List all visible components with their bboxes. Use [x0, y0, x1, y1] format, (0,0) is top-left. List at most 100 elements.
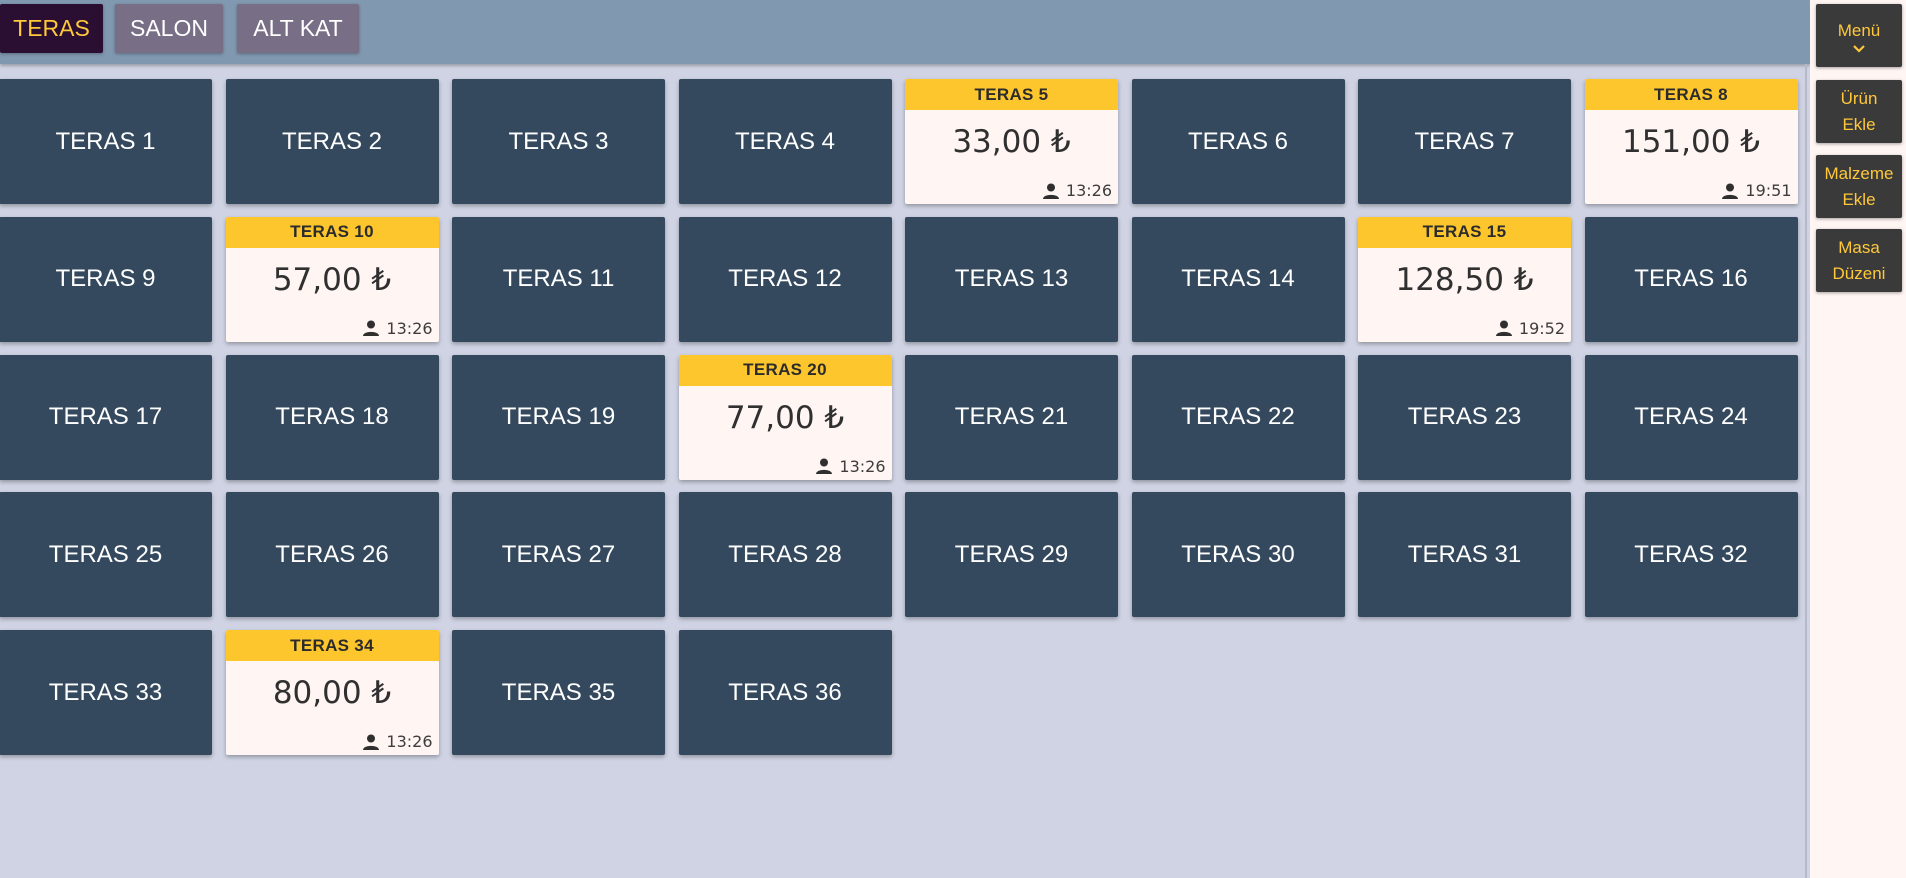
table-name: TERAS 6 — [1187, 127, 1289, 155]
table-teras-31[interactable]: TERAS 31 — [1358, 492, 1571, 618]
table-teras-5-occupied[interactable]: TERAS 5 33,00 ₺ 13:26 — [905, 79, 1118, 204]
table-teras-15-occupied[interactable]: TERAS 15 128,50 ₺ 19:52 — [1358, 216, 1571, 342]
table-name: TERAS 18 — [275, 403, 389, 430]
table-layout-label-2: Düzeni — [1832, 263, 1886, 283]
table-name: TERAS 32 — [1634, 540, 1748, 568]
table-name: TERAS 16 — [1634, 265, 1748, 293]
table-teras-34-occupied[interactable]: TERAS 34 80,00 ₺ 13:26 — [225, 630, 439, 755]
table-teras-6[interactable]: TERAS 6 — [1131, 79, 1345, 204]
tab-teras[interactable]: TERAS — [0, 4, 103, 53]
table-teras-25[interactable]: TERAS 25 — [0, 492, 212, 618]
table-name: TERAS 24 — [1634, 403, 1748, 430]
table-name: TERAS 27 — [501, 540, 616, 568]
table-teras-14[interactable]: TERAS 14 — [1131, 216, 1345, 342]
tab-salon[interactable]: SALON — [115, 4, 223, 53]
table-teras-17[interactable]: TERAS 17 — [0, 354, 212, 480]
table-opened-time: 13:26 — [815, 457, 886, 476]
table-layout-button[interactable]: Masa Düzeni — [1816, 229, 1902, 292]
chevron-down-icon — [1852, 44, 1866, 54]
menu-label: Menü — [1837, 20, 1881, 40]
table-name: TERAS 25 — [48, 540, 163, 568]
person-icon — [362, 734, 380, 750]
table-teras-22[interactable]: TERAS 22 — [1131, 354, 1345, 480]
table-teras-2[interactable]: TERAS 2 — [225, 79, 439, 204]
table-name: TERAS 21 — [954, 403, 1069, 430]
table-name: TERAS 12 — [728, 265, 842, 293]
table-name: TERAS 13 — [954, 265, 1069, 293]
table-name: TERAS 33 — [48, 678, 163, 706]
table-amount: 77,00 ₺ — [725, 399, 845, 436]
add-material-button[interactable]: Malzeme Ekle — [1816, 155, 1902, 218]
table-name: TERAS 9 — [55, 265, 156, 293]
table-name: TERAS 11 — [502, 265, 615, 293]
table-name: TERAS 8 — [1584, 79, 1798, 110]
table-teras-13[interactable]: TERAS 13 — [905, 216, 1118, 342]
table-name: TERAS 10 — [225, 216, 439, 248]
person-icon — [1495, 320, 1513, 337]
table-layout-label-1: Masa — [1838, 237, 1880, 257]
time-label: 19:52 — [1518, 318, 1565, 338]
table-name: TERAS 26 — [275, 540, 389, 568]
time-label: 13:26 — [1065, 181, 1112, 200]
table-teras-10-occupied[interactable]: TERAS 10 57,00 ₺ 13:26 — [225, 216, 439, 342]
add-material-label-2: Ekle — [1842, 189, 1876, 209]
table-name: TERAS 19 — [501, 403, 616, 430]
table-teras-8-occupied[interactable]: TERAS 8 151,00 ₺ 19:51 — [1584, 79, 1798, 204]
tab-alt-kat[interactable]: ALT KAT — [237, 4, 359, 53]
table-opened-time: 19:51 — [1721, 181, 1792, 200]
table-opened-time: 13:26 — [1042, 181, 1112, 200]
table-name: TERAS 23 — [1407, 403, 1522, 430]
table-name: TERAS 17 — [48, 403, 163, 430]
table-name: TERAS 15 — [1358, 216, 1571, 248]
table-teras-26[interactable]: TERAS 26 — [225, 492, 439, 618]
menu-button[interactable]: Menü — [1816, 4, 1902, 67]
table-teras-18[interactable]: TERAS 18 — [225, 354, 439, 480]
table-teras-33[interactable]: TERAS 33 — [0, 630, 212, 755]
table-teras-20-occupied[interactable]: TERAS 20 77,00 ₺ 13:26 — [678, 354, 892, 480]
table-teras-28[interactable]: TERAS 28 — [678, 492, 892, 618]
table-name: TERAS 35 — [501, 678, 616, 706]
table-amount: 33,00 ₺ — [952, 124, 1071, 160]
table-teras-23[interactable]: TERAS 23 — [1358, 354, 1571, 480]
table-teras-29[interactable]: TERAS 29 — [905, 492, 1118, 618]
table-teras-21[interactable]: TERAS 21 — [905, 354, 1118, 480]
table-teras-27[interactable]: TERAS 27 — [452, 492, 665, 618]
table-name: TERAS 14 — [1181, 265, 1295, 293]
table-teras-36[interactable]: TERAS 36 — [678, 630, 892, 755]
table-teras-4[interactable]: TERAS 4 — [678, 79, 892, 204]
person-icon — [815, 458, 833, 474]
table-amount: 128,50 ₺ — [1395, 261, 1534, 298]
table-name: TERAS 4 — [734, 127, 836, 155]
table-name: TERAS 7 — [1414, 127, 1515, 155]
table-teras-30[interactable]: TERAS 30 — [1131, 492, 1345, 618]
table-teras-3[interactable]: TERAS 3 — [452, 79, 665, 204]
area-tabs-bar: TERAS SALON ALT KAT — [0, 0, 1810, 64]
table-teras-32[interactable]: TERAS 32 — [1584, 492, 1798, 618]
sidebar: Menü Ürün Ekle Malzeme Ekle Masa Düzeni — [1810, 0, 1906, 878]
table-amount: 80,00 ₺ — [272, 675, 392, 711]
table-teras-35[interactable]: TERAS 35 — [452, 630, 665, 755]
person-icon — [1042, 183, 1060, 199]
table-teras-7[interactable]: TERAS 7 — [1358, 79, 1571, 204]
table-name: TERAS 2 — [281, 127, 383, 155]
sidebar-divider — [1805, 64, 1807, 878]
table-name: TERAS 22 — [1181, 403, 1295, 430]
table-name: TERAS 34 — [225, 630, 439, 661]
table-name: TERAS 5 — [905, 79, 1118, 110]
table-name: TERAS 28 — [728, 540, 842, 568]
table-teras-19[interactable]: TERAS 19 — [452, 354, 665, 480]
table-teras-24[interactable]: TERAS 24 — [1584, 354, 1798, 480]
table-name: TERAS 20 — [678, 354, 892, 386]
table-amount: 151,00 ₺ — [1621, 124, 1761, 160]
table-teras-1[interactable]: TERAS 1 — [0, 79, 212, 204]
table-amount: 57,00 ₺ — [272, 261, 392, 298]
table-opened-time: 19:52 — [1495, 319, 1565, 338]
table-teras-16[interactable]: TERAS 16 — [1584, 216, 1798, 342]
time-label: 13:26 — [386, 732, 433, 751]
table-teras-12[interactable]: TERAS 12 — [678, 216, 892, 342]
table-teras-9[interactable]: TERAS 9 — [0, 216, 212, 342]
table-teras-11[interactable]: TERAS 11 — [452, 216, 665, 342]
person-icon — [362, 320, 380, 337]
add-product-button[interactable]: Ürün Ekle — [1816, 80, 1902, 143]
table-name: TERAS 30 — [1181, 540, 1295, 568]
